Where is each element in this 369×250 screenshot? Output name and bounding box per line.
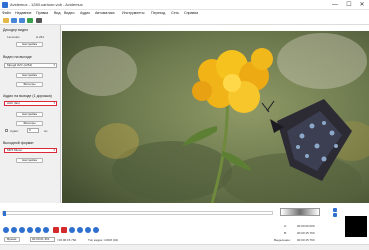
video-codec-select[interactable]: Mpeg4 AVC (x264) ▾ — [4, 63, 57, 68]
open-icon[interactable] — [3, 18, 9, 23]
video-codec-value: Mpeg4 AVC (x264) — [7, 63, 33, 67]
next-keyframe-icon[interactable] — [43, 227, 49, 233]
window-title: Avidemux - 1280.cartoon.vob - Avidemux — [10, 2, 83, 7]
shift-checkbox[interactable] — [5, 129, 8, 132]
shift-label: Сдвиг: — [10, 129, 20, 133]
chevron-down-icon: ▾ — [53, 63, 55, 67]
frame-type: Тип кадра: I-FRM (02) — [88, 238, 119, 242]
marker-a-label: A: — [284, 224, 287, 228]
decoder-config-button[interactable]: Настройка — [16, 42, 43, 47]
goto-start-icon[interactable] — [69, 227, 75, 233]
video-filters-button[interactable]: Фильтры — [16, 82, 43, 87]
close-button[interactable]: ✕ — [357, 1, 367, 9]
shift-unit: мс — [44, 129, 48, 133]
rewind-icon[interactable] — [11, 227, 17, 233]
current-time-field[interactable]: 00:00:01.301 — [30, 237, 55, 242]
decoder-row-label: Lavcodec — [7, 35, 20, 39]
marker-a-value[interactable]: 00:00:00.000 — [297, 224, 315, 228]
audio-codec-value: AAC (lav) — [7, 101, 20, 105]
maximize-button[interactable]: ☐ — [344, 1, 354, 9]
meter-icon-2[interactable] — [333, 213, 337, 217]
selection-value: 00:00:15.760 — [297, 238, 315, 242]
video-output-title: Видео на выходе — [3, 55, 32, 59]
decoder-row-value: H.264 — [36, 35, 45, 39]
save-icon[interactable] — [19, 18, 25, 23]
video-config-button[interactable]: Настройка — [16, 73, 43, 78]
output-format-value: MP4 Muxer — [7, 148, 23, 152]
prev-black-icon[interactable] — [85, 227, 91, 233]
app-icon — [2, 2, 8, 8]
playhead-handle[interactable] — [3, 211, 6, 216]
video-preview — [62, 31, 369, 203]
left-panel: Декодер видео Lavcodec H.264 Настройка В… — [0, 25, 61, 203]
marker-b-value[interactable]: 00:00:15.760 — [297, 231, 315, 235]
prev-keyframe-icon[interactable] — [35, 227, 41, 233]
play-icon[interactable] — [3, 227, 9, 233]
output-format-select[interactable]: MP4 Muxer ▾ — [4, 148, 57, 153]
output-format-title: Выходной формат — [3, 141, 34, 145]
shift-input[interactable]: 0 — [27, 128, 39, 133]
goto-end-icon[interactable] — [77, 227, 83, 233]
audio-meter — [345, 216, 367, 237]
audio-config-button[interactable]: Настройка — [16, 112, 43, 117]
volume-gradient — [280, 208, 320, 216]
chevron-down-icon: ▾ — [53, 101, 55, 105]
info-icon[interactable] — [11, 18, 17, 23]
timeline-slider[interactable] — [2, 211, 273, 216]
total-time: / 00:00:15.760 — [57, 238, 77, 242]
audio-codec-select[interactable]: AAC (lav) ▾ — [4, 101, 57, 106]
preview-image — [62, 31, 369, 203]
properties-icon[interactable] — [27, 18, 33, 23]
next-black-icon[interactable] — [93, 227, 99, 233]
title-bar: Avidemux - 1280.cartoon.vob - Avidemux —… — [0, 0, 369, 10]
step-forward-icon[interactable] — [27, 227, 33, 233]
decoder-title: Декодер видео — [3, 28, 29, 32]
step-back-icon[interactable] — [19, 227, 25, 233]
meter-icon[interactable] — [333, 208, 337, 212]
calculator-icon[interactable] — [36, 18, 42, 23]
selection-label: Выделение: — [274, 238, 291, 242]
time-label-button[interactable]: Время: — [4, 237, 20, 242]
marker-b-label: B: — [284, 231, 287, 235]
toolbar — [0, 16, 369, 25]
status-bar — [0, 244, 369, 250]
audio-filters-button[interactable]: Фильтры — [16, 121, 43, 126]
minimize-button[interactable]: — — [330, 1, 340, 9]
marker-b-icon[interactable] — [61, 227, 67, 233]
marker-a-icon[interactable] — [53, 227, 59, 233]
format-config-button[interactable]: Настройка — [16, 158, 43, 163]
audio-output-title: Аудио на выходе (1 дорожка) — [3, 94, 52, 98]
chevron-down-icon: ▾ — [53, 148, 55, 152]
